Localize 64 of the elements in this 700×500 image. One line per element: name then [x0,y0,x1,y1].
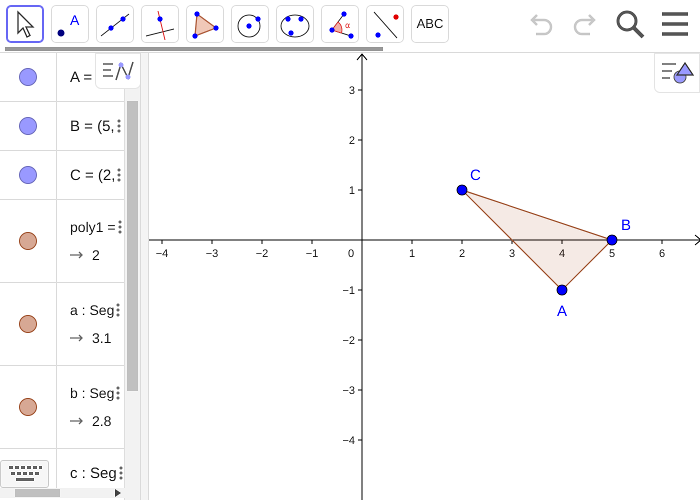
visibility-toggle[interactable] [19,315,37,333]
visibility-toggle[interactable] [19,232,37,250]
visibility-toggle[interactable] [19,166,37,184]
visibility-toggle[interactable] [19,117,37,135]
axis-tick-label: 2 [458,248,466,260]
search-icon[interactable] [614,8,646,40]
object-definition: b : Seg [70,385,114,401]
point [556,284,568,296]
scrollbar-thumb[interactable] [15,489,60,497]
object-definition: a : Seg [70,302,114,318]
scroll-right-icon[interactable] [115,489,121,497]
scrollbar-thumb[interactable] [127,101,138,391]
object-definition: C = (2, [70,166,116,184]
point-label: A [557,303,567,320]
object-definition: c : Seg [70,464,117,482]
menu-icon[interactable] [660,10,690,36]
more-icon[interactable] [118,466,123,480]
object-value: 3.1 [92,330,112,346]
axis-tick-label: −4 [156,248,168,260]
origin-label: 0 [348,248,354,260]
tool-button[interactable] [6,4,44,42]
axis-tick-label: −1 [342,285,355,297]
style-bar-toggle[interactable] [654,53,700,93]
object-definition: A = [70,68,92,86]
axis-tick-label: −1 [306,248,318,260]
axis-tick-label: −4 [342,435,355,447]
visibility-toggle[interactable] [19,398,37,416]
axis-tick-label: −2 [342,335,355,347]
scrollbar-thumb[interactable] [5,47,383,51]
axis-tick-label: −2 [256,248,268,260]
arrow-icon [70,251,84,259]
axis-tick-label: −3 [206,248,218,260]
style-bar-icon [101,60,135,82]
more-icon[interactable] [116,303,120,317]
object-value: 2 [92,247,100,263]
axis-tick-label: 3 [508,248,516,260]
text-tool-button[interactable]: ABC [411,4,449,42]
axis-tick-label: 3 [348,85,355,97]
point [456,184,468,196]
keyboard-icon [8,464,42,484]
axis-tick-label: 6 [658,248,666,260]
style-bar-toggle[interactable] [95,53,140,89]
axis-tick-label: 1 [408,248,416,260]
point-label: C [470,167,481,184]
object-definition: poly1 = [70,219,116,235]
arrow-icon [70,334,84,342]
axis-tick-label: 1 [348,185,355,197]
more-icon[interactable] [116,386,120,400]
object-value: 2.8 [92,413,112,429]
style-bar-icon [660,60,694,86]
axis-tick-label: 2 [348,135,355,147]
more-icon[interactable] [116,119,121,133]
axis-tick-label: 4 [558,248,566,260]
point-label: B [621,217,632,234]
keyboard-button[interactable] [0,460,49,488]
point [606,234,618,246]
more-icon[interactable] [117,168,122,182]
triangle-drawing[interactable] [456,184,618,296]
arrow-icon [70,417,84,425]
object-definition: B = (5, [70,118,115,134]
axis-tick-label: 5 [608,248,616,260]
visibility-toggle[interactable] [19,68,37,86]
axis-tick-label: −3 [342,385,355,397]
more-icon[interactable] [118,220,122,234]
